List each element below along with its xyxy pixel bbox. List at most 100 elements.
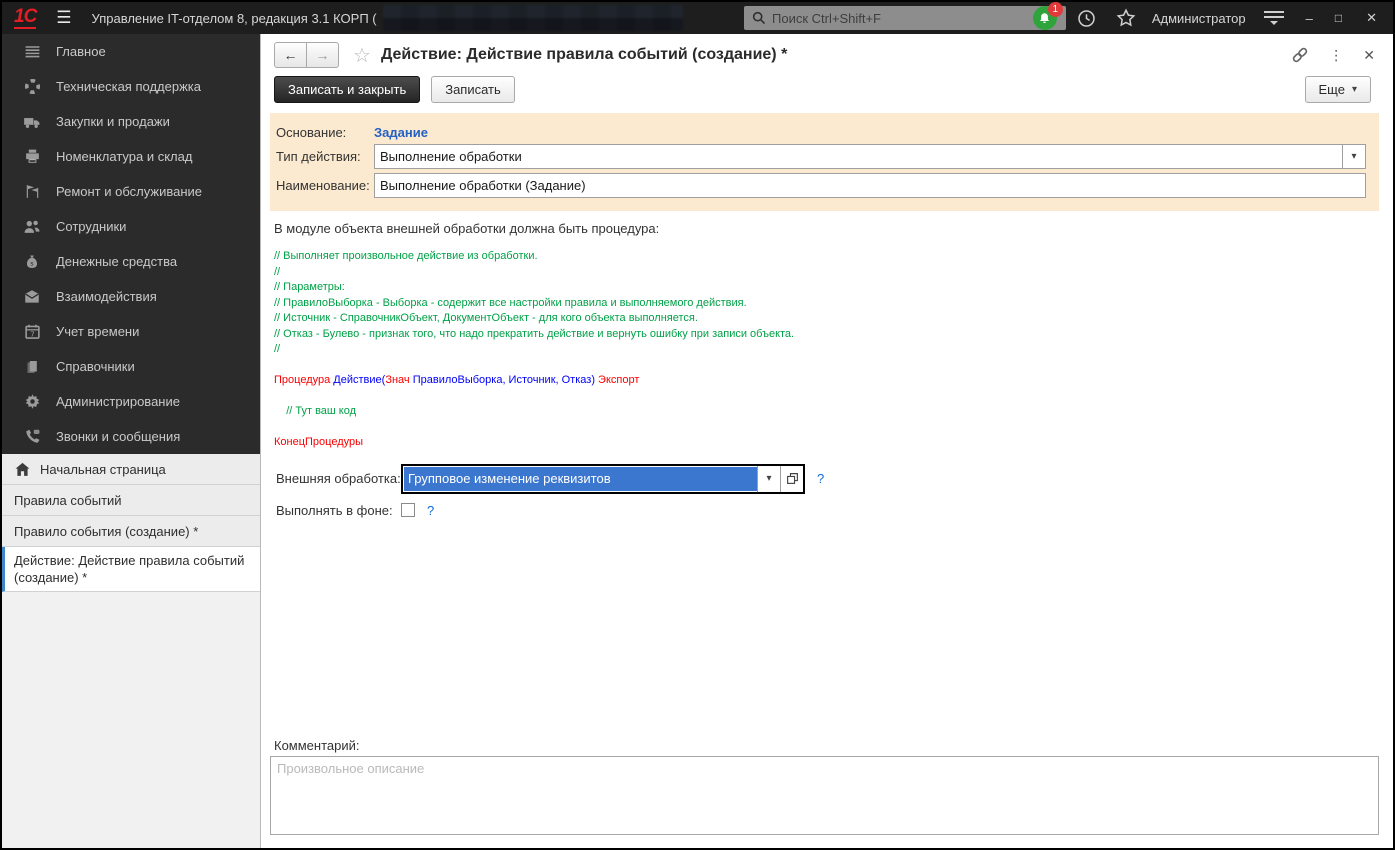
close-document-icon[interactable]: ✕ [1363, 47, 1375, 64]
main-menu-icon[interactable]: ☰ [56, 8, 71, 28]
code-line: // Отказ - Булево - признак того, что на… [274, 327, 1393, 343]
more-actions-label: Еще [1318, 82, 1345, 97]
name-input[interactable] [374, 173, 1366, 198]
code-segment: // Параметры: [274, 281, 345, 293]
code-segment: // [274, 265, 281, 278]
sidebar-item-stock[interactable]: Номенклатура и склад [2, 139, 260, 174]
code-segment: Знач [385, 374, 413, 386]
code-segment: КонецПроцедуры [274, 436, 364, 448]
code-segment: ПравилоВыборка, Источник, Отказ) [412, 374, 595, 386]
notification-badge: 1 [1047, 2, 1063, 17]
run-in-background-row: Выполнять в фоне: ? [276, 503, 1393, 518]
phone-icon [23, 428, 41, 446]
save-and-close-button[interactable]: Записать и закрыть [274, 76, 421, 103]
titlebar: 1С ☰ Управление IT-отделом 8, редакция 3… [2, 2, 1393, 34]
more-menu-dots-icon[interactable]: ⋮ [1329, 47, 1343, 64]
sidebar-item-repair[interactable]: Ремонт и обслуживание [2, 174, 260, 209]
run-in-background-checkbox[interactable] [401, 503, 415, 517]
tab-event-rules[interactable]: Правила событий [2, 485, 260, 516]
back-button[interactable]: ← [274, 42, 307, 68]
tab-label: Правило события (создание) * [14, 523, 199, 539]
sidebar-item-label: Денежные средства [56, 254, 178, 269]
code-segment: Процедура [274, 374, 334, 386]
main-menu-icon [23, 43, 41, 61]
sidebar-item-admin[interactable]: Администрирование [2, 384, 260, 419]
gear-icon [23, 393, 41, 411]
sidebar-item-interactions[interactable]: Взаимодействия [2, 279, 260, 314]
sidebar-item-time[interactable]: 7 Учет времени [2, 314, 260, 349]
code-segment: // Отказ - Булево - признак того, что на… [274, 327, 795, 340]
search-icon [752, 11, 766, 25]
tab-home[interactable]: Начальная страница [2, 454, 260, 485]
sidebar-item-label: Ремонт и обслуживание [56, 184, 202, 199]
save-button[interactable]: Записать [431, 76, 515, 103]
action-type-row: Тип действия: Выполнение обработки ▾ [276, 144, 1366, 169]
people-icon [23, 218, 41, 236]
sidebar-item-label: Справочники [56, 359, 135, 374]
window-close-button[interactable]: ✕ [1366, 10, 1377, 26]
code-segment: Экспорт [594, 374, 640, 386]
envelope-icon [23, 288, 41, 306]
run-in-background-help-link[interactable]: ? [427, 503, 434, 518]
more-actions-button[interactable]: Еще ▾ [1304, 76, 1371, 103]
global-search-input[interactable]: Поиск Ctrl+Shift+F [744, 6, 1066, 30]
external-processing-selected-value: Групповое изменение реквизитов [404, 466, 757, 491]
favorites-star-icon[interactable] [1116, 8, 1136, 28]
document-header: ← → ☆ Действие: Действие правила событий… [262, 34, 1393, 68]
external-processing-dropdown-icon[interactable]: ▾ [757, 465, 780, 492]
sidebar-item-main[interactable]: Главное [2, 34, 260, 69]
sidebar-item-catalogs[interactable]: Справочники [2, 349, 260, 384]
sidebar-item-label: Администрирование [56, 394, 180, 409]
external-processing-row: Внешняя обработка: Групповое изменение р… [276, 463, 1393, 494]
books-icon [23, 358, 41, 376]
action-type-value: Выполнение обработки [380, 149, 522, 164]
code-segment: // Источник - СправочникОбъект, Документ… [274, 312, 698, 324]
code-segment: Действие( [333, 374, 386, 386]
sidebar-item-sales[interactable]: Закупки и продажи [2, 104, 260, 139]
action-type-label: Тип действия: [276, 149, 361, 164]
action-type-field[interactable]: Выполнение обработки ▾ [374, 144, 1366, 169]
procedure-code-sample: // Выполняет произвольное действие из об… [274, 249, 1393, 451]
money-bag-icon: s [23, 253, 41, 271]
history-icon[interactable] [1077, 9, 1096, 28]
sidebar-item-label: Учет времени [56, 324, 140, 339]
code-line: // Источник - СправочникОбъект, Документ… [274, 311, 1393, 327]
external-processing-field[interactable]: Групповое изменение реквизитов ▾ [401, 463, 805, 494]
tab-event-rule-create[interactable]: Правило события (создание) * [2, 516, 260, 547]
minimize-button[interactable]: – [1306, 11, 1313, 26]
forward-button[interactable]: → [306, 42, 339, 68]
osnovanie-row: Основание: Задание [276, 125, 1366, 140]
chevron-down-icon: ▾ [1351, 84, 1357, 95]
code-line: // Параметры: [274, 280, 1393, 296]
maximize-button[interactable]: □ [1335, 11, 1342, 25]
settings-tune-icon[interactable] [1263, 8, 1284, 29]
favorite-star-icon[interactable]: ☆ [353, 43, 371, 68]
external-processing-help-link[interactable]: ? [817, 471, 824, 486]
printer-icon [23, 148, 41, 166]
action-type-dropdown-icon[interactable]: ▾ [1342, 145, 1365, 168]
code-segment: // Тут ваш код [274, 405, 357, 417]
code-line: КонецПроцедуры [274, 435, 1393, 451]
notifications-bell-icon[interactable]: 1 [1032, 2, 1063, 30]
sidebar-item-calls[interactable]: Звонки и сообщения [2, 419, 260, 454]
sidebar-item-support[interactable]: Техническая поддержка [2, 69, 260, 104]
code-line: // ПравилоВыборка - Выборка - содержит в… [274, 296, 1393, 312]
sidebar-item-money[interactable]: s Денежные средства [2, 244, 260, 279]
external-processing-open-icon[interactable] [780, 465, 803, 492]
osnovanie-link[interactable]: Задание [374, 125, 428, 140]
get-link-icon[interactable] [1291, 46, 1309, 64]
sidebar-item-employees[interactable]: Сотрудники [2, 209, 260, 244]
code-line: // Выполняет произвольное действие из об… [274, 249, 1393, 265]
tab-action-create[interactable]: Действие: Действие правила событий (созд… [2, 547, 260, 592]
calendar-icon: 7 [23, 323, 41, 341]
external-processing-label: Внешняя обработка: [276, 471, 401, 486]
sidebar-item-label: Техническая поддержка [56, 79, 201, 94]
page-title: Действие: Действие правила событий (созд… [380, 46, 788, 63]
current-user[interactable]: Администратор [1152, 11, 1246, 26]
app-window: 1С ☰ Управление IT-отделом 8, редакция 3… [0, 0, 1395, 850]
comment-textarea[interactable] [270, 756, 1379, 835]
flags-icon [23, 183, 41, 201]
1c-logo-icon: 1С [14, 6, 37, 29]
